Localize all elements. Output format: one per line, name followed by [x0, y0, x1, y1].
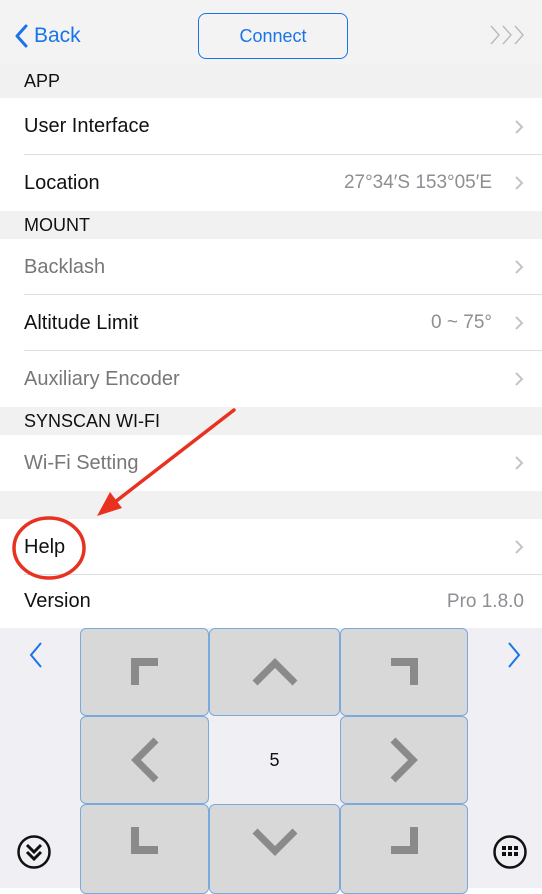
triple-chevron-icon[interactable]	[488, 24, 528, 51]
row-label: Version	[24, 590, 91, 612]
page-left-icon[interactable]	[28, 640, 44, 675]
row-label: Help	[24, 535, 66, 558]
key-up-left[interactable]	[80, 628, 209, 716]
arrow-up-icon	[252, 658, 297, 686]
section-header-mount: MOUNT	[0, 211, 542, 239]
arrow-down-left-icon	[130, 827, 158, 854]
row-label: User Interface	[24, 115, 150, 137]
keypad-menu-button[interactable]	[492, 834, 528, 875]
double-chevron-down-icon	[17, 835, 51, 869]
key-left[interactable]	[80, 716, 209, 804]
arrow-up-left-icon	[130, 658, 158, 685]
key-down-left[interactable]	[80, 804, 209, 894]
row-user-interface[interactable]: User Interface	[0, 98, 542, 155]
section-header-wifi: SYNSCAN WI-FI	[0, 407, 542, 435]
row-label: Backlash	[24, 255, 106, 278]
back-button[interactable]: Back	[14, 20, 81, 52]
row-wifi-setting[interactable]: Wi-Fi Setting	[0, 435, 542, 491]
page-right-icon[interactable]	[506, 640, 522, 675]
row-version: Version Pro 1.8.0	[0, 575, 542, 628]
section-header-app: APP	[0, 64, 542, 98]
location-value: 27°34′S 153°05′E	[343, 172, 492, 193]
key-down[interactable]	[209, 804, 340, 894]
row-location[interactable]: Location 27°34′S 153°05′E	[0, 155, 542, 211]
row-help[interactable]: Help	[0, 519, 542, 575]
key-up-right[interactable]	[340, 628, 468, 716]
arrow-left-icon	[130, 737, 158, 783]
nav-bar: Back Connect	[0, 0, 542, 64]
row-backlash[interactable]: Backlash	[0, 239, 542, 295]
arrow-up-right-icon	[391, 658, 418, 685]
chevron-left-icon	[15, 24, 28, 48]
row-altitude-limit[interactable]: Altitude Limit 0 ~ 75°	[0, 295, 542, 351]
key-down-right[interactable]	[340, 804, 468, 894]
row-label: Altitude Limit	[24, 311, 139, 334]
back-label: Back	[34, 24, 81, 47]
row-label: Auxiliary Encoder	[24, 367, 180, 390]
key-up[interactable]	[209, 628, 340, 716]
collapse-keypad-button[interactable]	[16, 834, 52, 875]
arrow-down-right-icon	[391, 827, 418, 854]
row-auxiliary-encoder[interactable]: Auxiliary Encoder	[0, 351, 542, 407]
group-spacer	[0, 491, 542, 519]
arrow-down-icon	[252, 828, 297, 856]
arrow-right-icon	[390, 737, 418, 783]
key-right[interactable]	[340, 716, 468, 804]
row-label: Location	[24, 171, 100, 194]
speed-rate-display: 5	[269, 749, 280, 770]
chevron-right-icon	[515, 540, 524, 554]
chevron-right-icon	[515, 372, 524, 386]
chevron-right-icon	[515, 119, 524, 134]
altitude-limit-value: 0 ~ 75°	[431, 312, 492, 333]
row-label: Wi-Fi Setting	[24, 451, 139, 474]
chevron-right-icon	[515, 456, 524, 470]
connect-button[interactable]: Connect	[198, 13, 348, 59]
chevron-right-icon	[515, 260, 524, 274]
grid-menu-icon	[493, 835, 527, 869]
chevron-right-icon	[515, 176, 524, 190]
chevron-right-icon	[515, 316, 524, 330]
version-value: Pro 1.8.0	[446, 590, 524, 612]
